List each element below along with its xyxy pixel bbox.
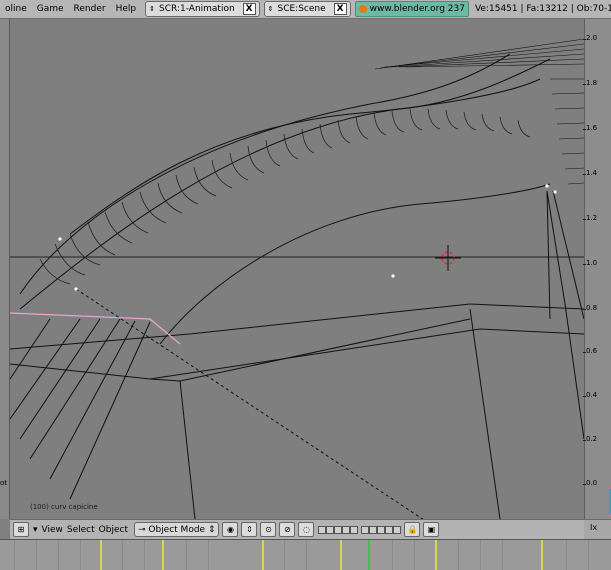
mode-select[interactable]: ⊸ Object Mode ⇕ [133, 522, 220, 537]
ruler-tick: 1.2 [582, 214, 598, 222]
menu-select[interactable]: Select [67, 525, 95, 535]
scene-select[interactable]: ⇕ SCE:Scene X [263, 1, 351, 17]
globe-icon [358, 5, 367, 13]
slats [10, 318, 151, 500]
wireframe-geometry [10, 38, 584, 519]
close-icon[interactable]: X [333, 3, 347, 15]
3d-cursor-icon[interactable] [435, 245, 461, 271]
mode-icon: ⊸ [137, 524, 149, 535]
ruler-tick: 0.6 [582, 347, 598, 355]
3d-viewport[interactable]: (100) curv capicine [10, 19, 584, 519]
keyframe-marker[interactable] [162, 540, 164, 570]
main-menu: oline Game Render Help [0, 0, 141, 18]
view-icon[interactable]: ⊞ [13, 522, 29, 537]
scene-stats: Ve:15451 | Fa:13212 | Ob:70-1 | La:3 | M… [474, 4, 611, 14]
screen-select-value: SCR:1-Animation [159, 4, 235, 14]
chevron-updown-icon: ⇕ [205, 524, 216, 535]
lock-icon[interactable]: 🔒 [404, 522, 421, 537]
chevron-updown-icon: ⇕ [267, 5, 274, 13]
keyframe-marker[interactable] [100, 540, 102, 570]
keyframe-marker[interactable] [262, 540, 264, 570]
ruler-tick: 0.2 [582, 435, 598, 443]
ruler-tick: 0.0 [582, 479, 598, 487]
ruler-tick: 1.8 [582, 79, 598, 87]
timeline[interactable] [0, 539, 611, 570]
ruler-tick: 2.0 [582, 34, 598, 42]
ruler-tick: 1.4 [582, 169, 598, 177]
pivot-icon[interactable]: ◉ [222, 522, 239, 537]
ruler-tick: 1.0 [582, 259, 598, 267]
ruler-tick: 0.8 [582, 304, 598, 312]
menu-item-game[interactable]: Game [32, 0, 69, 18]
left-edge-text: ot [0, 479, 8, 487]
viewport-toolbar: ⊞ ▾ View Select Object ⊸ Object Mode ⇕ ◉… [10, 519, 584, 539]
manipulator-icon[interactable]: ⇕ [241, 522, 258, 537]
proportional-icon[interactable]: ◌ [298, 522, 315, 537]
left-panel-edge: ot [0, 19, 10, 519]
ruler-tick: 0.4 [582, 391, 598, 399]
menu-view[interactable]: View [42, 525, 63, 535]
layer-buttons[interactable] [318, 525, 402, 534]
snap-icon[interactable]: ⊙ [260, 522, 277, 537]
object-label: (100) curv capicine [30, 503, 98, 511]
menu-item-render[interactable]: Render [69, 0, 111, 18]
render-icon[interactable]: ▣ [423, 522, 440, 537]
ruler-tick: 1.6 [582, 124, 598, 132]
menu-item-help[interactable]: Help [111, 0, 142, 18]
right-mini-header: Ix [584, 519, 611, 539]
mode-select-value: Object Mode [148, 524, 206, 535]
info-header: oline Game Render Help ⇕ SCR:1-Animation… [0, 0, 611, 19]
website-link-text: www.blender.org 237 [369, 4, 465, 14]
screen-select[interactable]: ⇕ SCR:1-Animation X [145, 1, 260, 17]
scene-select-value: SCE:Scene [277, 4, 326, 14]
transform-icon[interactable]: ⊘ [279, 522, 296, 537]
chevron-down-icon[interactable]: ▾ [33, 525, 38, 535]
keyframe-marker[interactable] [340, 540, 342, 570]
value-ruler[interactable]: 2.0 1.8 1.6 1.4 1.2 1.0 0.8 0.6 0.4 0.2 … [582, 19, 611, 519]
menu-object[interactable]: Object [99, 525, 128, 535]
dense-mesh [374, 38, 584, 185]
right-mini-label: Ix [590, 523, 598, 532]
keyframe-marker[interactable] [541, 540, 543, 570]
close-icon[interactable]: X [242, 3, 256, 15]
chevron-updown-icon: ⇕ [149, 5, 155, 13]
current-frame-marker[interactable] [368, 540, 370, 570]
website-link[interactable]: www.blender.org 237 [354, 1, 469, 17]
keyframe-marker[interactable] [435, 540, 437, 570]
menu-item-online[interactable]: oline [0, 0, 32, 18]
